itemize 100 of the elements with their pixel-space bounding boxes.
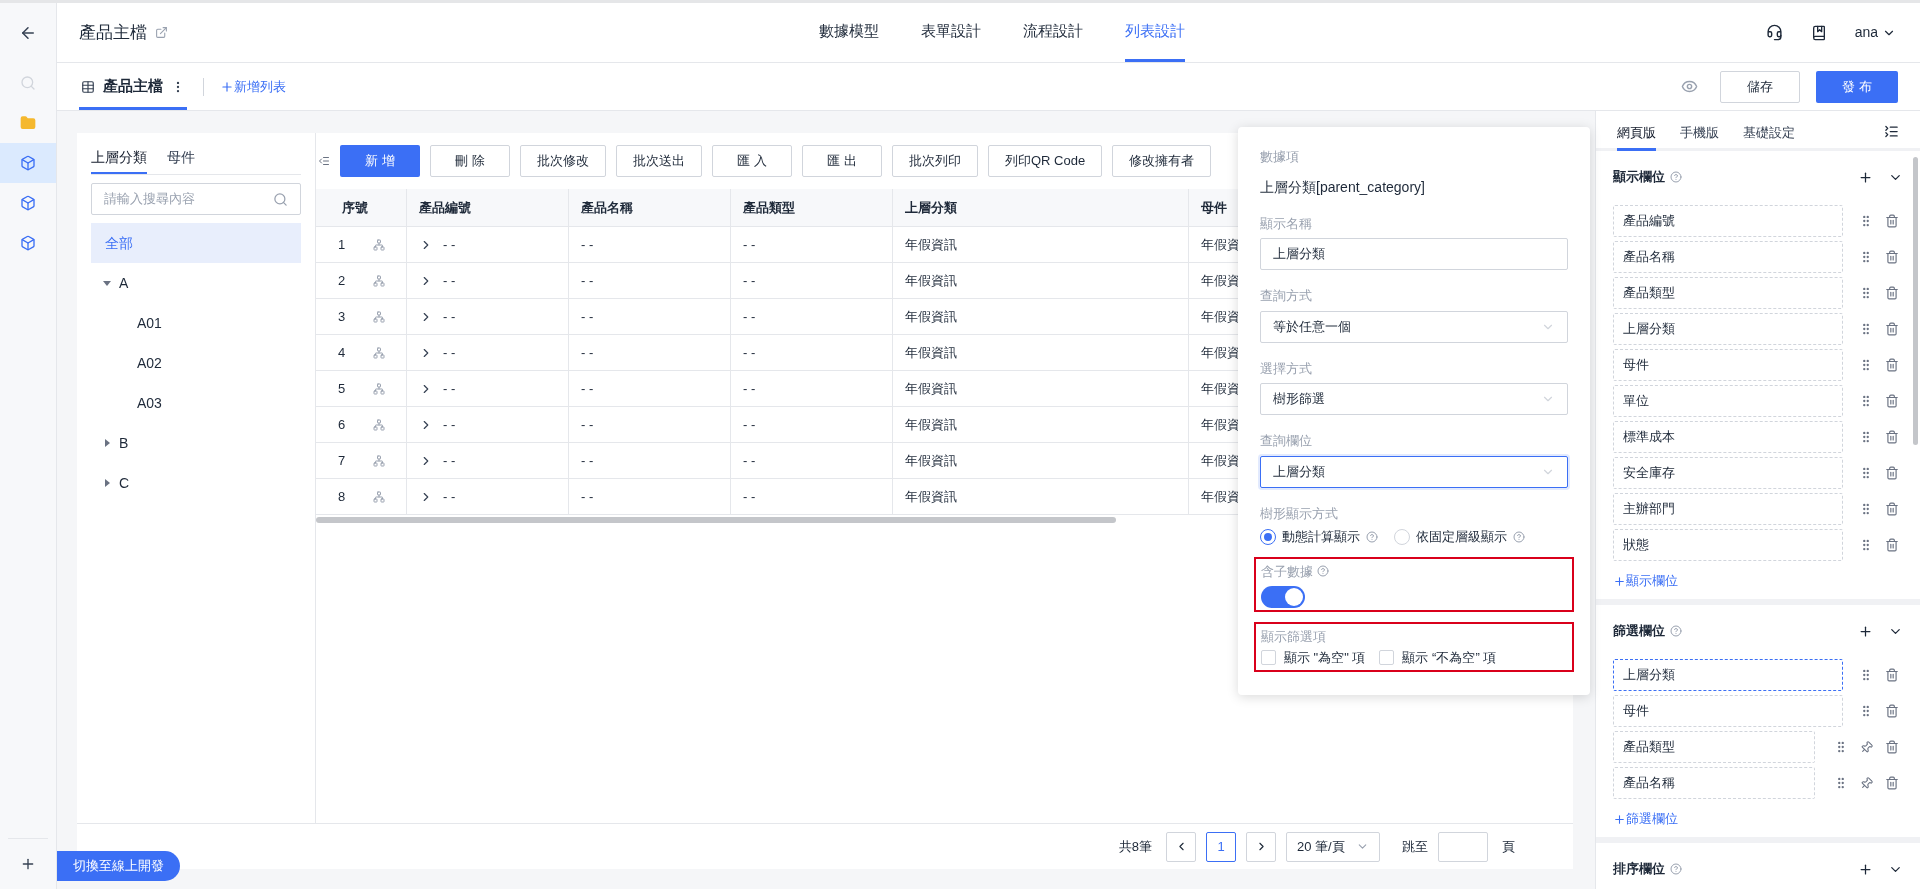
field-item[interactable]: 產品名稱 <box>1613 241 1843 273</box>
field-item[interactable]: 產品類型 <box>1613 731 1815 763</box>
page-size-select[interactable]: 20 筆/頁 <box>1286 831 1380 862</box>
delete-icon[interactable] <box>1885 322 1899 336</box>
tree-item[interactable]: A <box>91 263 301 303</box>
page-input[interactable] <box>1438 831 1488 862</box>
checkbox-label[interactable]: 顯示 "為空" 項 <box>1284 648 1366 668</box>
top-tab[interactable]: 數據模型 <box>818 3 879 62</box>
toolbar-button[interactable]: 新 增 <box>340 145 420 177</box>
add-field-link[interactable]: 顯示欄位 <box>1613 563 1678 599</box>
external-link-icon[interactable] <box>155 26 168 39</box>
field-item[interactable]: 母件 <box>1613 349 1843 381</box>
tree-item[interactable]: B <box>91 423 301 463</box>
panel-tab[interactable]: 網頁版 <box>1617 122 1656 151</box>
search-icon[interactable] <box>273 191 288 207</box>
hierarchy-icon[interactable] <box>373 382 386 395</box>
panel-tab[interactable]: 手機版 <box>1680 122 1719 151</box>
tree-item[interactable]: A02 <box>91 343 301 383</box>
hierarchy-icon[interactable] <box>373 490 386 503</box>
select-field[interactable]: 樹形篩選 <box>1260 383 1568 415</box>
field-item[interactable]: 安全庫存 <box>1613 457 1843 489</box>
outline-icon[interactable] <box>1884 124 1899 139</box>
tree-item[interactable]: C <box>91 463 301 503</box>
field-item[interactable]: 母件 <box>1613 695 1843 727</box>
caret-icon[interactable] <box>103 479 111 487</box>
delete-icon[interactable] <box>1885 358 1899 372</box>
input-field[interactable]: 上層分類 <box>1260 238 1568 270</box>
field-item[interactable]: 產品名稱 <box>1613 767 1815 799</box>
field-item[interactable]: 狀態 <box>1613 529 1843 561</box>
hierarchy-icon[interactable] <box>373 454 386 467</box>
vertical-scrollbar[interactable] <box>1913 157 1918 445</box>
book-icon[interactable] <box>1810 24 1827 41</box>
delete-icon[interactable] <box>1885 466 1899 480</box>
tree-item[interactable]: 全部 <box>91 223 301 263</box>
toolbar-button[interactable]: 批次送出 <box>616 145 702 177</box>
add-icon[interactable] <box>1858 169 1873 185</box>
delete-icon[interactable] <box>1885 538 1899 552</box>
toolbar-button[interactable]: 批次列印 <box>892 145 978 177</box>
top-tab[interactable]: 表單設計 <box>920 3 981 62</box>
user-menu[interactable]: ana <box>1854 22 1896 43</box>
hierarchy-icon[interactable] <box>373 418 386 431</box>
select-field[interactable]: 上層分類 <box>1260 455 1568 488</box>
tree-tab[interactable]: 上層分類 <box>91 143 147 174</box>
hierarchy-icon[interactable] <box>373 346 386 359</box>
checkbox[interactable] <box>1261 650 1276 666</box>
page-button[interactable]: 1 <box>1206 831 1236 862</box>
radio-label[interactable]: 動態計算顯示 <box>1282 527 1360 547</box>
toolbar-button[interactable]: 修改擁有者 <box>1112 145 1212 177</box>
add-icon[interactable] <box>1858 623 1873 639</box>
delete-icon[interactable] <box>1885 668 1899 682</box>
toolbar-button[interactable]: 匯 入 <box>712 145 792 177</box>
hierarchy-icon[interactable] <box>373 238 386 251</box>
preview-icon[interactable] <box>1681 78 1698 95</box>
field-item[interactable]: 標準成本 <box>1613 421 1843 453</box>
tree-item[interactable]: A03 <box>91 383 301 423</box>
add-list-link[interactable]: 新增列表 <box>220 76 286 97</box>
list-tab[interactable]: 產品主檔 <box>79 63 187 110</box>
field-item[interactable]: 產品類型 <box>1613 277 1843 309</box>
field-item[interactable]: 產品編號 <box>1613 205 1843 237</box>
toggle-switch[interactable] <box>1261 586 1305 608</box>
headset-icon[interactable] <box>1765 24 1783 41</box>
delete-icon[interactable] <box>1885 430 1899 444</box>
table-cell-text: 年假資訊 <box>905 271 957 290</box>
search-field[interactable]: 請輸入搜尋內容 <box>91 183 301 215</box>
field-item[interactable]: 上層分類 <box>1613 313 1843 345</box>
delete-icon[interactable] <box>1885 776 1899 790</box>
horizontal-scrollbar[interactable] <box>316 517 1116 523</box>
toolbar-button[interactable]: 刪 除 <box>430 145 510 177</box>
field-item[interactable]: 單位 <box>1613 385 1843 417</box>
toolbar-button[interactable]: 匯 出 <box>802 145 882 177</box>
hierarchy-icon[interactable] <box>373 274 386 287</box>
field-item[interactable]: 上層分類 <box>1613 659 1843 691</box>
top-tab[interactable]: 流程設計 <box>1022 3 1083 62</box>
delete-icon[interactable] <box>1885 502 1899 516</box>
toolbar-button[interactable]: 批次修改 <box>520 145 606 177</box>
field-item[interactable]: 主辦部門 <box>1613 493 1843 525</box>
delete-icon[interactable] <box>1885 286 1899 300</box>
select-field[interactable]: 等於任意一個 <box>1260 310 1568 343</box>
delete-icon[interactable] <box>1885 740 1899 754</box>
radio-label[interactable]: 依固定層級顯示 <box>1416 527 1507 547</box>
tree-item[interactable]: A01 <box>91 303 301 343</box>
save-button[interactable]: 儲存 <box>1720 70 1800 103</box>
publish-button[interactable]: 發 布 <box>1816 70 1898 103</box>
panel-tab[interactable]: 基礎設定 <box>1743 122 1795 151</box>
caret-icon[interactable] <box>103 279 111 287</box>
toolbar-button[interactable]: 列印QR Code <box>988 145 1103 177</box>
switch-online-button[interactable]: 切換至線上開發 <box>57 851 180 881</box>
checkbox[interactable] <box>1379 650 1395 666</box>
search-input[interactable]: 請輸入搜尋內容 <box>104 189 273 209</box>
list-tab-label[interactable]: 產品主檔 <box>103 75 163 98</box>
tree-tab[interactable]: 母件 <box>167 143 195 174</box>
caret-icon[interactable] <box>103 439 111 447</box>
add-field-link[interactable]: 篩選欄位 <box>1613 801 1678 837</box>
delete-icon[interactable] <box>1885 214 1899 228</box>
delete-icon[interactable] <box>1885 394 1899 408</box>
checkbox-label[interactable]: 顯示 “不為空” 項 <box>1402 648 1497 668</box>
add-icon[interactable] <box>1858 861 1873 877</box>
delete-icon[interactable] <box>1885 704 1899 718</box>
hierarchy-icon[interactable] <box>373 310 386 323</box>
delete-icon[interactable] <box>1885 250 1899 264</box>
